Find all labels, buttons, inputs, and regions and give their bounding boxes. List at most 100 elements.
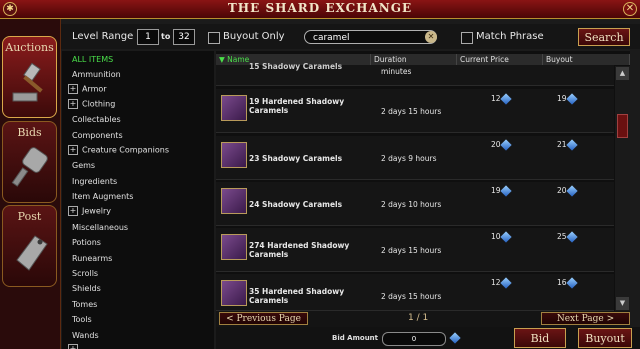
category-potions[interactable]: Potions	[72, 238, 101, 247]
close-icon[interactable]: ✕	[623, 2, 637, 16]
shard-coin-icon	[499, 139, 512, 151]
column-duration[interactable]: Duration	[371, 54, 457, 65]
expand-icon[interactable]: +	[68, 145, 78, 155]
category-ingredients[interactable]: Ingredients	[72, 177, 117, 186]
column-name-label: Name	[227, 55, 250, 64]
level-range-label: Level Range	[72, 31, 134, 42]
shard-coin-icon	[565, 139, 578, 151]
category-gems[interactable]: Gems	[72, 161, 95, 170]
scroll-down-icon[interactable]: ▼	[616, 297, 629, 310]
scrollbar-thumb[interactable]	[617, 114, 628, 138]
row-name: 23 Shadowy Caramels	[249, 154, 343, 163]
row-duration: 2 days 10 hours	[381, 200, 442, 209]
expand-icon[interactable]: +	[68, 206, 78, 216]
caramel-item-icon	[221, 188, 247, 214]
category-scrolls[interactable]: Scrolls	[72, 269, 98, 278]
expand-icon[interactable]: +	[68, 99, 78, 109]
caramel-item-icon	[221, 234, 247, 260]
category-creature-companions[interactable]: + Creature Companions	[68, 145, 169, 155]
page-indicator: 1 / 1	[408, 313, 429, 323]
bid-paddle-icon	[11, 147, 48, 187]
expand-icon[interactable]: +	[68, 84, 78, 94]
shard-coin-icon	[499, 277, 512, 289]
row-current-price: 12	[491, 93, 512, 105]
category-armor[interactable]: + Armor	[68, 84, 107, 94]
category-armor-label: Armor	[82, 84, 107, 94]
column-buyout[interactable]: Buyout	[543, 54, 630, 65]
row-buyout-price: 21	[557, 139, 578, 151]
row-current-price: 19	[491, 185, 512, 197]
window-title: THE SHARD EXCHANGE	[227, 1, 413, 15]
level-min-input[interactable]: 1	[137, 29, 159, 45]
row-duration: minutes	[381, 67, 412, 76]
category-all-items[interactable]: ALL ITEMS	[72, 55, 113, 64]
category-clothing-label: Clothing	[82, 99, 116, 109]
tab-bids[interactable]: Bids	[2, 121, 57, 203]
category-miscellaneous[interactable]: Miscellaneous	[72, 223, 128, 232]
scroll-up-icon[interactable]: ▲	[616, 67, 629, 80]
expand-icon[interactable]: +	[68, 344, 78, 349]
bid-button[interactable]: Bid	[514, 328, 566, 348]
previous-page-button[interactable]: < Previous Page	[219, 312, 308, 325]
caramel-item-icon	[221, 142, 247, 168]
table-row-partial[interactable]: 15 Shadowy Caramels minutes	[216, 62, 614, 86]
search-button[interactable]: Search	[578, 28, 630, 46]
row-buyout-price: 25	[557, 231, 578, 243]
category-clothing[interactable]: + Clothing	[68, 99, 115, 109]
table-row[interactable]: 274 Hardened Shadowy Caramels 2 days 15 …	[216, 228, 614, 272]
row-buyout-price: 19	[557, 93, 578, 105]
row-name: 35 Hardened Shadowy Caramels	[249, 287, 345, 305]
next-page-button[interactable]: Next Page >	[541, 312, 630, 325]
bid-amount-input[interactable]: 0	[382, 332, 446, 346]
level-max-input[interactable]: 32	[173, 29, 195, 45]
tab-post-label: Post	[17, 210, 42, 223]
to-label: to	[161, 32, 171, 41]
search-input[interactable]: caramel	[304, 30, 437, 44]
category-tomes[interactable]: Tomes	[72, 300, 97, 309]
category-collectables[interactable]: Collectables	[72, 115, 121, 124]
buyout-button[interactable]: Buyout	[578, 328, 632, 348]
row-current-price: 12	[491, 277, 512, 289]
caramel-item-icon	[221, 280, 247, 306]
category-wands[interactable]: Wands	[72, 331, 99, 340]
results-scrollbar[interactable]: ▲ ▼	[615, 66, 630, 311]
category-item-augments[interactable]: Item Augments	[72, 192, 133, 201]
category-shields[interactable]: Shields	[72, 284, 101, 293]
row-current-price: 10	[491, 231, 512, 243]
row-duration: 2 days 9 hours	[381, 154, 437, 163]
table-row[interactable]: 23 Shadowy Caramels 2 days 9 hours 20 21	[216, 136, 614, 180]
shard-coin-icon	[565, 277, 578, 289]
sort-desc-icon: ▼	[219, 55, 228, 64]
price-tag-icon	[16, 235, 48, 271]
category-tools[interactable]: Tools	[72, 315, 92, 324]
shard-coin-icon	[565, 231, 578, 243]
shard-coin-icon	[565, 93, 578, 105]
match-phrase-checkbox[interactable]	[461, 32, 473, 44]
shard-coin-icon	[499, 185, 512, 197]
table-row[interactable]: 24 Shadowy Caramels 2 days 10 hours 19 2…	[216, 182, 614, 226]
category-components[interactable]: Components	[72, 131, 123, 140]
gavel-icon	[12, 62, 43, 102]
buyout-only-checkbox[interactable]	[208, 32, 220, 44]
row-name: 274 Hardened Shadowy Caramels	[249, 241, 350, 259]
tab-post[interactable]: Post	[2, 205, 57, 287]
category-jewelry[interactable]: + Jewelry	[68, 206, 111, 216]
row-buyout-price: 16	[557, 277, 578, 289]
match-phrase-label: Match Phrase	[476, 31, 544, 42]
category-partial[interactable]: +	[68, 344, 82, 349]
side-tab-bar: Auctions Bids Post	[0, 19, 61, 349]
category-ammunition[interactable]: Ammunition	[72, 70, 121, 79]
table-row[interactable]: 19 Hardened Shadowy Caramels 2 days 15 h…	[216, 89, 614, 133]
shard-coin-icon	[499, 93, 512, 105]
category-jewelry-label: Jewelry	[82, 206, 111, 216]
clear-search-icon[interactable]: ✕	[425, 31, 437, 43]
row-name: 19 Hardened Shadowy Caramels	[249, 97, 345, 115]
category-runearms[interactable]: Runearms	[72, 254, 112, 263]
shard-coin-icon	[565, 185, 578, 197]
row-name: 15 Shadowy Caramels	[249, 62, 343, 71]
column-current-price[interactable]: Current Price	[457, 54, 543, 65]
shard-coin-icon	[499, 231, 512, 243]
row-buyout-price: 20	[557, 185, 578, 197]
tab-auctions[interactable]: Auctions	[2, 36, 57, 118]
table-row[interactable]: 35 Hardened Shadowy Caramels 2 days 15 h…	[216, 274, 614, 311]
